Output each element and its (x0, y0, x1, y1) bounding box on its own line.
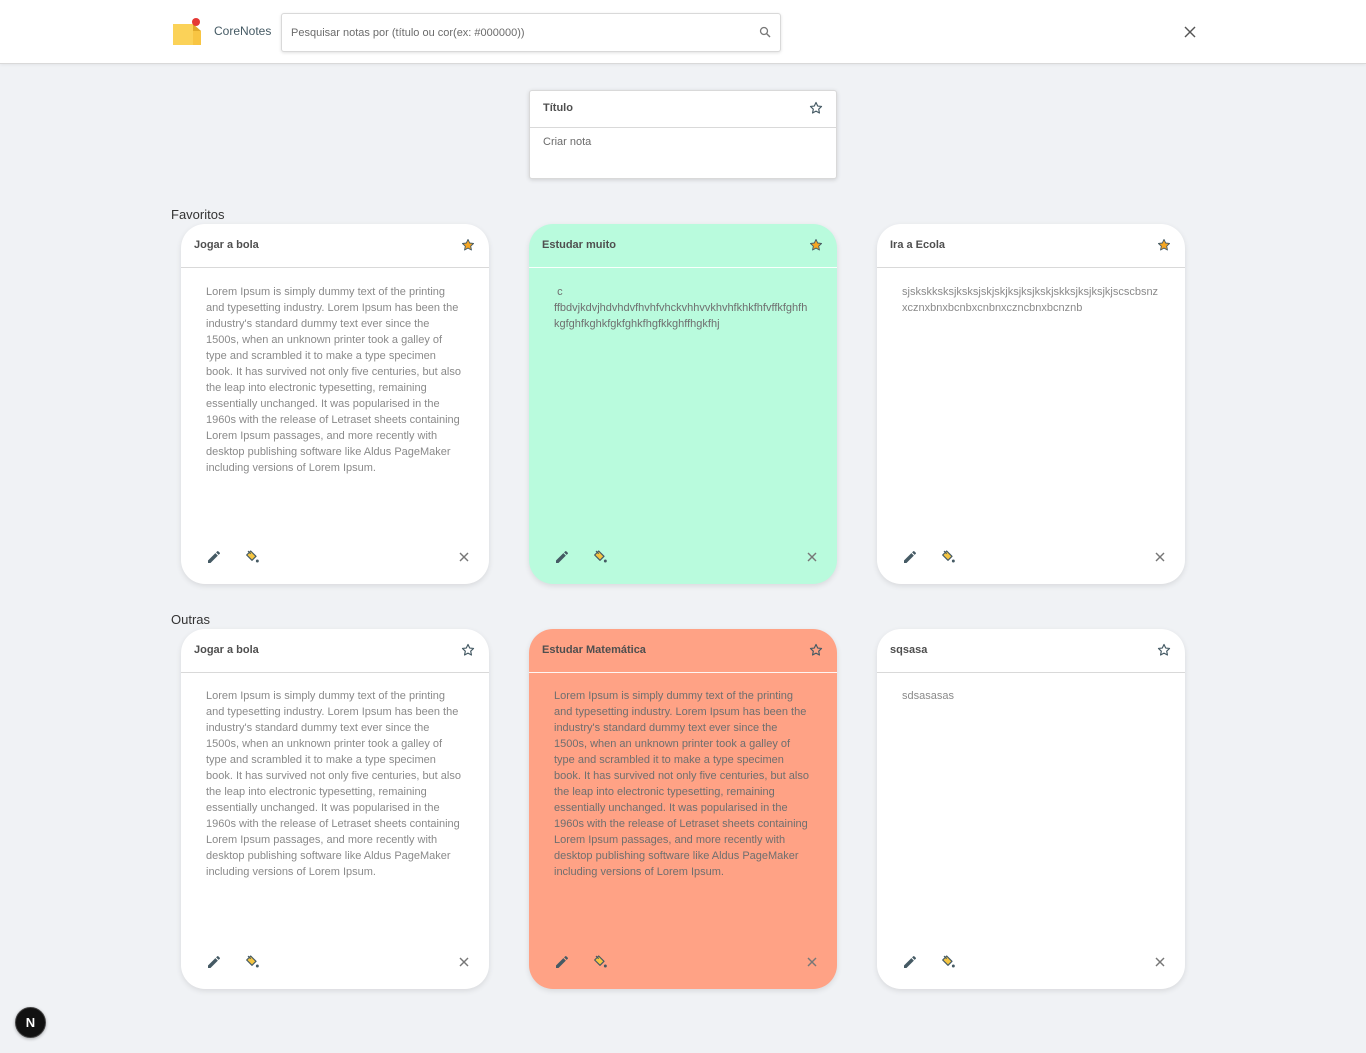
note-body[interactable]: Lorem Ipsum is simply dummy text of the … (206, 688, 464, 880)
note-body[interactable]: Lorem Ipsum is simply dummy text of the … (206, 284, 464, 476)
note-title[interactable]: Jogar a bola (194, 644, 259, 656)
paint-bucket-icon[interactable] (940, 954, 956, 970)
others-section-label: Outras (171, 612, 211, 627)
pencil-icon[interactable] (206, 549, 222, 565)
favorites-section-label: Favoritos (171, 207, 225, 222)
framework-badge[interactable]: N (15, 1007, 46, 1038)
note-body[interactable]: sjskskksksjksksjskjskjksjksjkskjskksjksj… (902, 284, 1160, 316)
note-body[interactable]: c ffbdvjkdvjhdvhdvfhvhfvhckvhhvvkhvhfkhk… (554, 284, 812, 332)
close-icon[interactable] (804, 549, 820, 565)
paint-bucket-icon[interactable] (244, 549, 260, 565)
star-icon[interactable] (461, 643, 475, 657)
star-icon[interactable] (809, 101, 823, 115)
divider (181, 672, 489, 673)
divider (181, 267, 489, 268)
note-title[interactable]: Jogar a bola (194, 239, 259, 251)
close-icon[interactable] (1152, 954, 1168, 970)
divider (877, 267, 1185, 268)
paint-bucket-icon[interactable] (244, 954, 260, 970)
corenotes-logo (171, 17, 203, 47)
star-icon[interactable] (461, 238, 475, 252)
note-card[interactable]: Estudar muito c ffbdvjkdvjhdvhdvfhvhfvhc… (529, 224, 837, 584)
note-card[interactable]: Estudar Matemática Lorem Ipsum is simply… (529, 629, 837, 989)
paint-bucket-icon[interactable] (592, 549, 608, 565)
search-bar[interactable] (281, 13, 781, 52)
note-title[interactable]: Ira a Ecola (890, 239, 945, 251)
pencil-icon[interactable] (554, 549, 570, 565)
create-note-body-input[interactable]: Criar nota (543, 136, 591, 148)
paint-bucket-icon[interactable] (940, 549, 956, 565)
note-card[interactable]: Ira a Ecola sjskskksksjksksjskjskjksjksj… (877, 224, 1185, 584)
note-card[interactable]: sqsasa sdsasasas (877, 629, 1185, 989)
divider (530, 127, 836, 128)
star-icon[interactable] (1157, 238, 1171, 252)
close-icon[interactable] (1183, 25, 1197, 39)
create-note-title-input[interactable]: Título (543, 102, 573, 114)
close-icon[interactable] (804, 954, 820, 970)
note-title[interactable]: Estudar Matemática (542, 644, 646, 656)
search-icon[interactable] (759, 26, 771, 38)
note-body[interactable]: Lorem Ipsum is simply dummy text of the … (554, 688, 812, 880)
divider (529, 672, 837, 673)
pencil-icon[interactable] (902, 954, 918, 970)
close-icon[interactable] (456, 954, 472, 970)
pencil-icon[interactable] (554, 954, 570, 970)
close-icon[interactable] (456, 549, 472, 565)
close-icon[interactable] (1152, 549, 1168, 565)
app-name: CoreNotes (214, 24, 272, 38)
star-icon[interactable] (1157, 643, 1171, 657)
star-icon[interactable] (809, 238, 823, 252)
create-note-card[interactable]: Título Criar nota (529, 90, 837, 179)
note-body[interactable]: sdsasasas (902, 688, 1160, 704)
note-card[interactable]: Jogar a bola Lorem Ipsum is simply dummy… (181, 629, 489, 989)
top-bar: CoreNotes (0, 0, 1366, 64)
divider (529, 267, 837, 268)
star-icon[interactable] (809, 643, 823, 657)
divider (877, 672, 1185, 673)
note-card[interactable]: Jogar a bola Lorem Ipsum is simply dummy… (181, 224, 489, 584)
note-title[interactable]: Estudar muito (542, 239, 616, 251)
search-input[interactable] (291, 14, 751, 51)
pencil-icon[interactable] (206, 954, 222, 970)
note-title[interactable]: sqsasa (890, 644, 927, 656)
pencil-icon[interactable] (902, 549, 918, 565)
paint-bucket-icon[interactable] (592, 954, 608, 970)
